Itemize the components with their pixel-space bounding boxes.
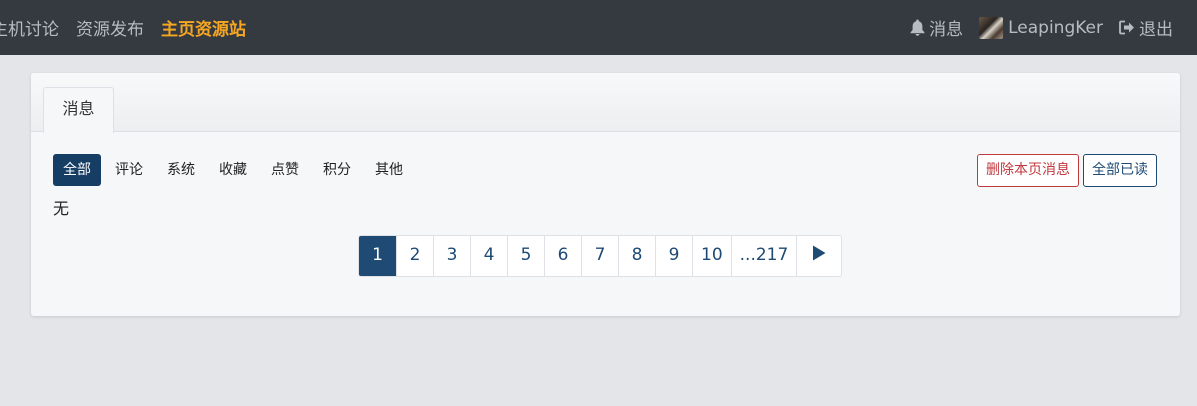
filter-favorites[interactable]: 收藏 (209, 154, 257, 186)
delete-page-messages-button[interactable]: 删除本页消息 (977, 154, 1079, 187)
filter-comments[interactable]: 评论 (105, 154, 153, 186)
pagination: 1 2 3 4 5 6 7 8 9 10 ...217 (358, 235, 843, 277)
filter-all[interactable]: 全部 (53, 154, 101, 186)
page-9[interactable]: 9 (655, 236, 692, 276)
page-5[interactable]: 5 (507, 236, 544, 276)
nav-link-home-resource-site[interactable]: 主页资源站 (161, 15, 246, 40)
username: LeapingKer (1008, 17, 1103, 38)
page-1[interactable]: 1 (359, 236, 396, 276)
page-4[interactable]: 4 (470, 236, 507, 276)
page-2[interactable]: 2 (396, 236, 433, 276)
next-page-button[interactable] (796, 236, 841, 276)
notifications-link[interactable]: 消息 (910, 15, 963, 40)
notifications-label: 消息 (929, 20, 964, 40)
filter-likes[interactable]: 点赞 (261, 154, 309, 186)
nav-link-resource-publish[interactable]: 资源发布 (76, 15, 144, 40)
card-header: 消息 (31, 73, 1180, 133)
play-icon (812, 237, 826, 275)
logout-icon (1119, 20, 1135, 35)
empty-state-text: 无 (53, 199, 70, 218)
user-profile-link[interactable]: LeapingKer (979, 16, 1103, 39)
page-3[interactable]: 3 (433, 236, 470, 276)
logout-label: 退出 (1139, 20, 1173, 40)
page-8[interactable]: 8 (618, 236, 655, 276)
filter-points[interactable]: 积分 (313, 154, 361, 186)
page-6[interactable]: 6 (544, 236, 581, 276)
top-navbar: 主机讨论 资源发布 主页资源站 消息 LeapingKer 退出 (0, 0, 1197, 55)
avatar (979, 16, 1004, 39)
nav-links: 主机讨论 资源发布 主页资源站 (0, 0, 263, 55)
logout-link[interactable]: 退出 (1119, 15, 1173, 40)
nav-link-host-discussion[interactable]: 主机讨论 (0, 15, 59, 40)
page-last[interactable]: ...217 (730, 236, 797, 276)
bell-icon (910, 19, 925, 36)
page-10[interactable]: 10 (692, 236, 731, 276)
messages-card: 消息 全部 评论 系统 收藏 点赞 积分 其他 删除本页消息 全部已读 无 1 … (31, 73, 1180, 316)
tab-messages[interactable]: 消息 (43, 87, 114, 133)
message-filter-tabs: 全部 评论 系统 收藏 点赞 积分 其他 (53, 154, 417, 186)
page-7[interactable]: 7 (581, 236, 618, 276)
message-actions: 删除本页消息 全部已读 (973, 154, 1157, 187)
filter-system[interactable]: 系统 (157, 154, 205, 186)
mark-all-read-button[interactable]: 全部已读 (1083, 154, 1157, 187)
nav-user-area: 消息 LeapingKer 退出 (894, 0, 1173, 55)
filter-other[interactable]: 其他 (365, 154, 413, 186)
